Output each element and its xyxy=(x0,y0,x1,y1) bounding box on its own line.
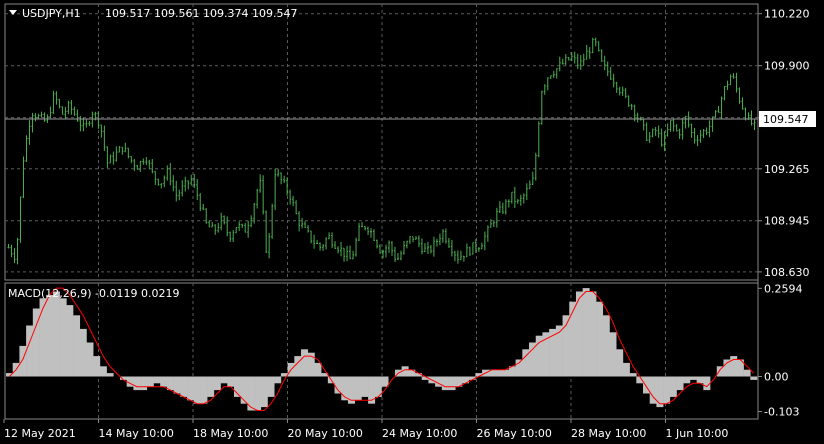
macd-bar xyxy=(441,376,449,391)
price-tick-label: 108.945 xyxy=(764,215,810,228)
time-tick-label: 26 May 10:00 xyxy=(477,427,552,440)
price-tick-label: 109.900 xyxy=(764,60,810,73)
macd-bar xyxy=(267,376,275,397)
price-tick-label: 108.630 xyxy=(764,266,810,279)
time-tick-label: 18 May 10:00 xyxy=(193,427,268,440)
macd-bar xyxy=(696,376,704,384)
macd-bar xyxy=(227,376,235,387)
macd-bar xyxy=(86,342,94,377)
macd-bar xyxy=(616,349,624,377)
macd-bar xyxy=(166,376,174,391)
time-tick-label: 24 May 10:00 xyxy=(382,427,457,440)
macd-bar xyxy=(743,369,751,377)
macd-bar xyxy=(207,376,215,397)
macd-bar xyxy=(79,328,87,377)
time-tick-label: 20 May 10:00 xyxy=(288,427,363,440)
macd-bar xyxy=(39,298,47,377)
current-price-label: 109.547 xyxy=(763,113,809,126)
macd-bar xyxy=(93,356,101,377)
macd-bar xyxy=(683,376,691,384)
macd-bar xyxy=(689,376,697,380)
macd-bar xyxy=(294,356,302,377)
macd-bar xyxy=(193,376,201,404)
macd-bar xyxy=(354,376,362,401)
macd-bar xyxy=(146,376,154,387)
macd-bar xyxy=(59,298,67,377)
macd-bar xyxy=(656,376,664,408)
macd-bar xyxy=(314,362,322,377)
macd-bar xyxy=(622,362,630,377)
macd-bar xyxy=(180,376,188,397)
macd-bar xyxy=(381,376,389,387)
time-tick-label: 28 May 10:00 xyxy=(571,427,646,440)
macd-bar xyxy=(19,345,27,377)
macd-bar xyxy=(173,376,181,394)
macd-bar xyxy=(99,366,107,377)
macd-bar xyxy=(515,359,523,377)
chart-window: 110.220109.900109.580109.265108.945108.6… xyxy=(0,0,824,444)
time-tick-label: 1 Jun 10:00 xyxy=(666,427,729,440)
macd-bar xyxy=(529,342,537,377)
macd-bar xyxy=(750,376,758,380)
macd-bar xyxy=(140,376,148,391)
macd-bar xyxy=(502,369,510,377)
time-tick-label: 14 May 10:00 xyxy=(99,427,174,440)
macd-bar xyxy=(260,376,268,408)
current-price-tag: 109.547 xyxy=(759,111,816,127)
macd-bar xyxy=(26,325,34,377)
macd-bar xyxy=(589,291,597,377)
macd-tick-label: 0.2594 xyxy=(764,282,803,295)
macd-bar xyxy=(200,376,208,404)
macd-bar xyxy=(133,376,141,391)
macd-bar xyxy=(106,373,114,377)
macd-bar xyxy=(495,369,503,377)
macd-bar xyxy=(629,373,637,377)
macd-bar xyxy=(716,366,724,377)
macd-label: MACD(12,26,9) -0.0119 0.0219 xyxy=(8,287,179,300)
ohlc-label: 109.517 109.561 109.374 109.547 xyxy=(105,7,297,20)
macd-bar xyxy=(73,315,81,377)
macd-bar xyxy=(582,288,590,377)
macd-bar xyxy=(448,376,456,391)
macd-bar xyxy=(575,291,583,377)
macd-bar xyxy=(153,376,161,384)
macd-bar xyxy=(368,376,376,404)
macd-bar xyxy=(596,301,604,377)
macd-bar xyxy=(569,301,577,377)
price-tick-label: 109.265 xyxy=(764,163,810,176)
macd-tick-label: 0.00 xyxy=(764,371,789,384)
macd-bar xyxy=(663,376,671,404)
macd-bar xyxy=(46,294,54,377)
macd-bar xyxy=(609,332,617,377)
macd-bar xyxy=(66,305,74,377)
macd-bar xyxy=(274,376,282,384)
time-tick-label: 12 May 2021 xyxy=(4,427,76,440)
macd-bar xyxy=(301,349,309,377)
price-tick-label: 110.220 xyxy=(764,8,810,21)
macd-tick-label: -0.103 xyxy=(764,406,799,419)
macd-bar xyxy=(240,376,248,404)
macd-bar xyxy=(187,376,195,401)
macd-bar xyxy=(669,376,677,397)
macd-bar xyxy=(254,376,262,411)
macd-bar xyxy=(52,291,60,377)
macd-bar xyxy=(535,335,543,377)
symbol-label: USDJPY,H1 xyxy=(22,7,81,20)
macd-bar xyxy=(676,376,684,391)
macd-bar xyxy=(361,376,369,397)
macd-bar xyxy=(220,376,228,384)
macd-bar xyxy=(160,376,168,387)
macd-bar xyxy=(213,376,221,391)
macd-bar xyxy=(703,376,711,391)
macd-bar xyxy=(602,315,610,377)
